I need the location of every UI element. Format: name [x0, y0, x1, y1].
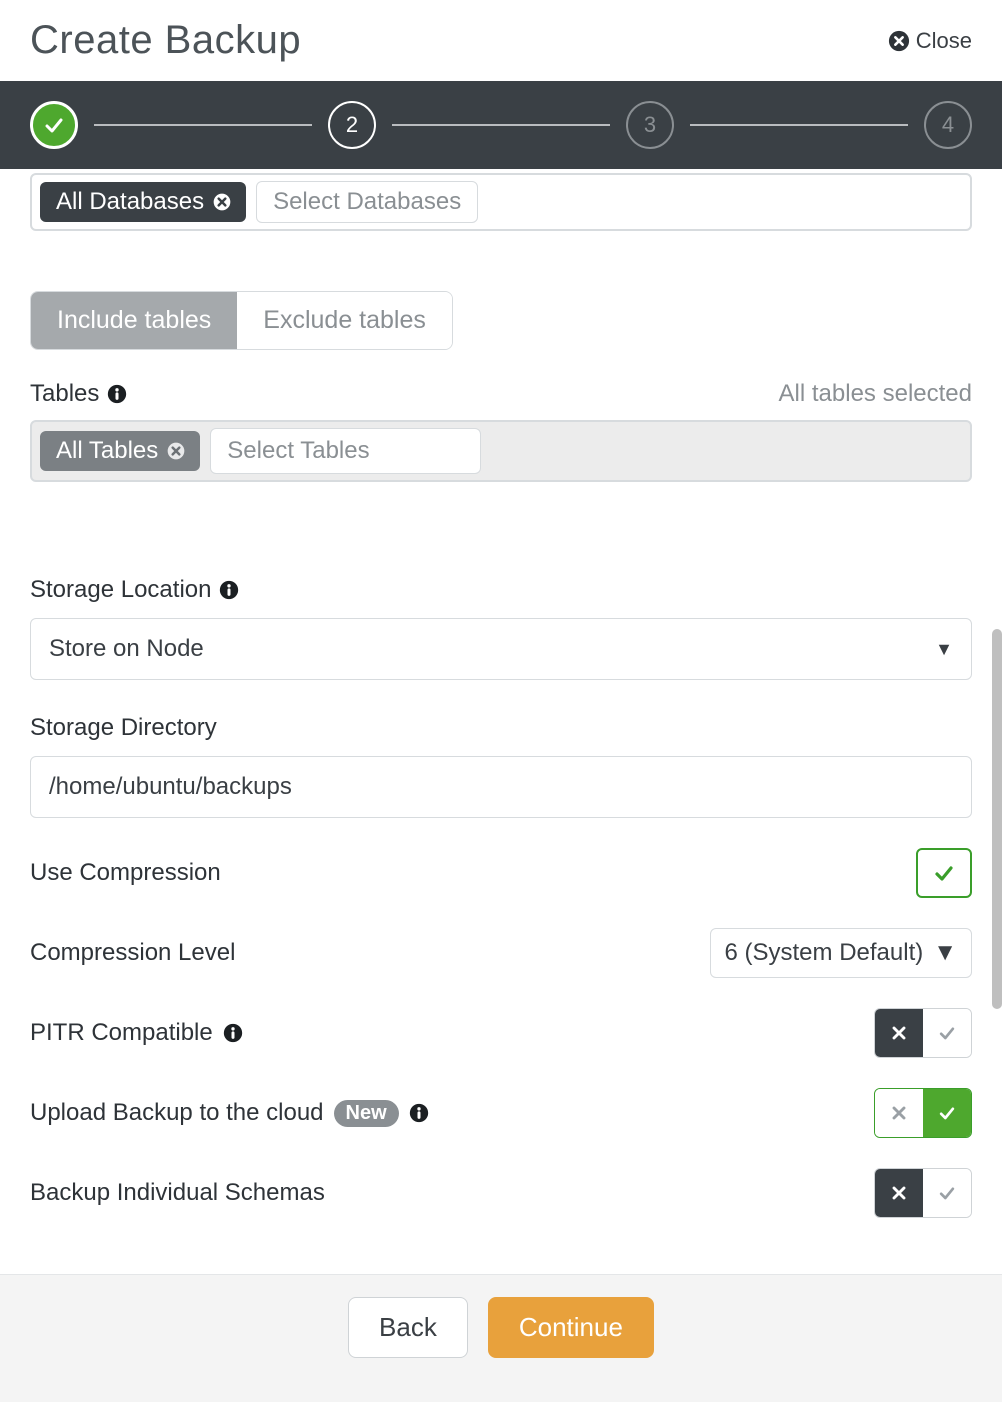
storage-directory-label: Storage Directory [30, 714, 972, 742]
info-icon[interactable] [223, 1023, 243, 1043]
remove-chip-icon[interactable] [212, 192, 232, 212]
close-button[interactable]: Close [888, 28, 972, 54]
tables-label: Tables [30, 380, 99, 408]
step-line [392, 124, 610, 126]
chip-all-tables[interactable]: All Tables [40, 431, 200, 471]
back-button[interactable]: Back [348, 1297, 468, 1358]
toggle-off[interactable] [875, 1089, 923, 1137]
step-line [690, 124, 908, 126]
use-compression-toggle[interactable] [916, 848, 972, 898]
chip-all-databases[interactable]: All Databases [40, 182, 246, 222]
new-badge: New [334, 1100, 399, 1127]
tables-summary: All tables selected [779, 380, 972, 408]
toggle-off[interactable] [875, 1009, 923, 1057]
modal-header: Create Backup Close [0, 0, 1002, 81]
step-2-current[interactable]: 2 [328, 101, 376, 149]
upload-cloud-label: Upload Backup to the cloud [30, 1099, 324, 1127]
step-3[interactable]: 3 [626, 101, 674, 149]
close-label: Close [916, 28, 972, 54]
scrollbar[interactable] [992, 629, 1002, 1009]
toggle-on[interactable] [923, 1169, 971, 1217]
tab-exclude-tables[interactable]: Exclude tables [237, 292, 452, 349]
use-compression-label: Use Compression [30, 859, 221, 887]
toggle-on[interactable] [923, 1009, 971, 1057]
toggle-off[interactable] [875, 1169, 923, 1217]
step-1-done[interactable] [30, 101, 78, 149]
storage-location-label: Storage Location [30, 576, 972, 604]
databases-select[interactable]: All Databases Select Databases [30, 173, 972, 231]
individual-schemas-toggle[interactable] [874, 1168, 972, 1218]
individual-schemas-label: Backup Individual Schemas [30, 1179, 325, 1207]
tables-label-row: Tables All tables selected [30, 380, 972, 408]
step-line [94, 124, 312, 126]
toggle-on[interactable] [923, 1089, 971, 1137]
pitr-label: PITR Compatible [30, 1019, 213, 1047]
databases-placeholder[interactable]: Select Databases [256, 181, 478, 223]
remove-chip-icon[interactable] [166, 441, 186, 461]
tab-include-tables[interactable]: Include tables [31, 292, 237, 349]
compression-level-select[interactable]: 6 (System Default) ▼ [710, 928, 973, 978]
wizard-footer: Back Continue [0, 1274, 1002, 1402]
tables-select[interactable]: All Tables Select Tables [30, 420, 972, 482]
info-icon[interactable] [107, 384, 127, 404]
step-4[interactable]: 4 [924, 101, 972, 149]
continue-button[interactable]: Continue [488, 1297, 654, 1358]
close-icon [888, 30, 910, 52]
form-content: All Databases Select Databases Include t… [0, 169, 1002, 1274]
storage-directory-input[interactable] [30, 756, 972, 818]
compression-level-label: Compression Level [30, 939, 235, 967]
pitr-toggle[interactable] [874, 1008, 972, 1058]
info-icon[interactable] [219, 580, 239, 600]
tables-placeholder[interactable]: Select Tables [210, 428, 480, 474]
tables-mode-toggle[interactable]: Include tables Exclude tables [30, 291, 453, 350]
info-icon[interactable] [409, 1103, 429, 1123]
chevron-down-icon: ▼ [935, 639, 953, 660]
storage-location-select[interactable]: Store on Node ▼ [30, 618, 972, 680]
page-title: Create Backup [30, 18, 301, 63]
chevron-down-icon: ▼ [933, 939, 957, 967]
wizard-stepper: 2 3 4 [0, 81, 1002, 169]
upload-cloud-toggle[interactable] [874, 1088, 972, 1138]
